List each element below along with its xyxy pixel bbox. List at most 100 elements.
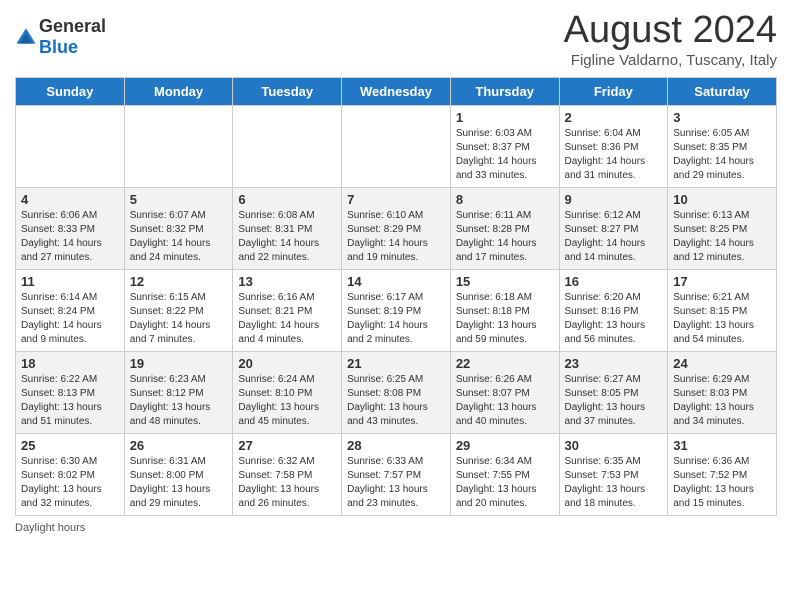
calendar-cell [342, 105, 451, 187]
day-info: Sunrise: 6:13 AM Sunset: 8:25 PM Dayligh… [673, 209, 771, 265]
day-info: Sunrise: 6:35 AM Sunset: 7:53 PM Dayligh… [565, 455, 663, 511]
calendar-cell: 28 Sunrise: 6:33 AM Sunset: 7:57 PM Dayli… [342, 433, 451, 515]
day-number: 15 [456, 274, 554, 289]
calendar-cell: 5 Sunrise: 6:07 AM Sunset: 8:32 PM Daylig… [124, 187, 233, 269]
day-info: Sunrise: 6:21 AM Sunset: 8:15 PM Dayligh… [673, 291, 771, 347]
calendar-cell: 14 Sunrise: 6:17 AM Sunset: 8:19 PM Dayli… [342, 269, 451, 351]
day-info: Sunrise: 6:33 AM Sunset: 7:57 PM Dayligh… [347, 455, 445, 511]
day-number: 4 [21, 192, 119, 207]
calendar-cell: 23 Sunrise: 6:27 AM Sunset: 8:05 PM Dayli… [559, 351, 668, 433]
day-number: 1 [456, 110, 554, 125]
day-info: Sunrise: 6:14 AM Sunset: 8:24 PM Dayligh… [21, 291, 119, 347]
day-info: Sunrise: 6:03 AM Sunset: 8:37 PM Dayligh… [456, 127, 554, 183]
day-info: Sunrise: 6:31 AM Sunset: 8:00 PM Dayligh… [130, 455, 228, 511]
calendar-cell: 1 Sunrise: 6:03 AM Sunset: 8:37 PM Daylig… [450, 105, 559, 187]
calendar-cell: 27 Sunrise: 6:32 AM Sunset: 7:58 PM Dayli… [233, 433, 342, 515]
day-number: 30 [565, 438, 663, 453]
calendar-cell: 26 Sunrise: 6:31 AM Sunset: 8:00 PM Dayli… [124, 433, 233, 515]
calendar-header-row: SundayMondayTuesdayWednesdayThursdayFrid… [16, 77, 777, 105]
day-info: Sunrise: 6:27 AM Sunset: 8:05 PM Dayligh… [565, 373, 663, 429]
location-subtitle: Figline Valdarno, Tuscany, Italy [564, 52, 777, 69]
title-area: August 2024 Figline Valdarno, Tuscany, I… [564, 10, 777, 69]
calendar-cell: 3 Sunrise: 6:05 AM Sunset: 8:35 PM Daylig… [668, 105, 777, 187]
day-number: 10 [673, 192, 771, 207]
calendar-cell: 12 Sunrise: 6:15 AM Sunset: 8:22 PM Dayli… [124, 269, 233, 351]
calendar-week-2: 4 Sunrise: 6:06 AM Sunset: 8:33 PM Daylig… [16, 187, 777, 269]
day-info: Sunrise: 6:06 AM Sunset: 8:33 PM Dayligh… [21, 209, 119, 265]
day-number: 12 [130, 274, 228, 289]
calendar-cell: 20Sunrise: 6:24 AM Sunset: 8:10 PM Dayli… [233, 351, 342, 433]
calendar-cell: 7Sunrise: 6:10 AM Sunset: 8:29 PM Daylig… [342, 187, 451, 269]
day-number: 9 [565, 192, 663, 207]
calendar-cell: 16 Sunrise: 6:20 AM Sunset: 8:16 PM Dayli… [559, 269, 668, 351]
calendar-cell: 29 Sunrise: 6:34 AM Sunset: 7:55 PM Dayli… [450, 433, 559, 515]
logo-text-general: General [39, 16, 106, 36]
calendar-cell: 25 Sunrise: 6:30 AM Sunset: 8:02 PM Dayli… [16, 433, 125, 515]
day-header-saturday: Saturday [668, 77, 777, 105]
calendar-cell: 13 Sunrise: 6:16 AM Sunset: 8:21 PM Dayli… [233, 269, 342, 351]
calendar-cell: 24 Sunrise: 6:29 AM Sunset: 8:03 PM Dayli… [668, 351, 777, 433]
calendar-week-3: 11 Sunrise: 6:14 AM Sunset: 8:24 PM Dayli… [16, 269, 777, 351]
logo-icon [15, 26, 37, 48]
day-info: Sunrise: 6:07 AM Sunset: 8:32 PM Dayligh… [130, 209, 228, 265]
day-info: Sunrise: 6:10 AM Sunset: 8:29 PM Dayligh… [347, 209, 445, 265]
day-number: 11 [21, 274, 119, 289]
day-info: Sunrise: 6:04 AM Sunset: 8:36 PM Dayligh… [565, 127, 663, 183]
calendar-body: 1 Sunrise: 6:03 AM Sunset: 8:37 PM Daylig… [16, 105, 777, 515]
day-info: Sunrise: 6:16 AM Sunset: 8:21 PM Dayligh… [238, 291, 336, 347]
day-header-friday: Friday [559, 77, 668, 105]
day-info: Sunrise: 6:22 AM Sunset: 8:13 PM Dayligh… [21, 373, 119, 429]
day-info: Sunrise: 6:29 AM Sunset: 8:03 PM Dayligh… [673, 373, 771, 429]
day-header-monday: Monday [124, 77, 233, 105]
day-number: 19 [130, 356, 228, 371]
calendar-week-1: 1 Sunrise: 6:03 AM Sunset: 8:37 PM Daylig… [16, 105, 777, 187]
day-info: Sunrise: 6:15 AM Sunset: 8:22 PM Dayligh… [130, 291, 228, 347]
day-info: Sunrise: 6:18 AM Sunset: 8:18 PM Dayligh… [456, 291, 554, 347]
day-number: 26 [130, 438, 228, 453]
calendar-cell: 17 Sunrise: 6:21 AM Sunset: 8:15 PM Dayli… [668, 269, 777, 351]
day-number: 25 [21, 438, 119, 453]
day-header-wednesday: Wednesday [342, 77, 451, 105]
calendar-cell: 9 Sunrise: 6:12 AM Sunset: 8:27 PM Daylig… [559, 187, 668, 269]
day-number: 17 [673, 274, 771, 289]
calendar-cell: 2Sunrise: 6:04 AM Sunset: 8:36 PM Daylig… [559, 105, 668, 187]
day-header-thursday: Thursday [450, 77, 559, 105]
calendar-cell: 31Sunrise: 6:36 AM Sunset: 7:52 PM Dayli… [668, 433, 777, 515]
day-info: Sunrise: 6:25 AM Sunset: 8:08 PM Dayligh… [347, 373, 445, 429]
month-year-title: August 2024 [564, 10, 777, 52]
day-number: 20 [238, 356, 336, 371]
footer-note: Daylight hours [15, 522, 777, 534]
calendar-cell: 11 Sunrise: 6:14 AM Sunset: 8:24 PM Dayli… [16, 269, 125, 351]
day-number: 13 [238, 274, 336, 289]
day-number: 28 [347, 438, 445, 453]
day-number: 21 [347, 356, 445, 371]
day-number: 22 [456, 356, 554, 371]
day-info: Sunrise: 6:36 AM Sunset: 7:52 PM Dayligh… [673, 455, 771, 511]
day-info: Sunrise: 6:11 AM Sunset: 8:28 PM Dayligh… [456, 209, 554, 265]
day-number: 24 [673, 356, 771, 371]
day-header-tuesday: Tuesday [233, 77, 342, 105]
day-number: 16 [565, 274, 663, 289]
day-number: 5 [130, 192, 228, 207]
calendar-cell: 22 Sunrise: 6:26 AM Sunset: 8:07 PM Dayli… [450, 351, 559, 433]
day-number: 29 [456, 438, 554, 453]
day-info: Sunrise: 6:26 AM Sunset: 8:07 PM Dayligh… [456, 373, 554, 429]
day-info: Sunrise: 6:23 AM Sunset: 8:12 PM Dayligh… [130, 373, 228, 429]
day-info: Sunrise: 6:12 AM Sunset: 8:27 PM Dayligh… [565, 209, 663, 265]
day-info: Sunrise: 6:32 AM Sunset: 7:58 PM Dayligh… [238, 455, 336, 511]
day-number: 27 [238, 438, 336, 453]
calendar-cell: 30 Sunrise: 6:35 AM Sunset: 7:53 PM Dayli… [559, 433, 668, 515]
calendar-cell: 10 Sunrise: 6:13 AM Sunset: 8:25 PM Dayli… [668, 187, 777, 269]
logo: General Blue [15, 16, 106, 58]
day-header-sunday: Sunday [16, 77, 125, 105]
calendar-cell [16, 105, 125, 187]
day-number: 3 [673, 110, 771, 125]
day-info: Sunrise: 6:30 AM Sunset: 8:02 PM Dayligh… [21, 455, 119, 511]
day-number: 8 [456, 192, 554, 207]
day-info: Sunrise: 6:05 AM Sunset: 8:35 PM Dayligh… [673, 127, 771, 183]
day-info: Sunrise: 6:20 AM Sunset: 8:16 PM Dayligh… [565, 291, 663, 347]
day-number: 14 [347, 274, 445, 289]
day-number: 23 [565, 356, 663, 371]
day-info: Sunrise: 6:34 AM Sunset: 7:55 PM Dayligh… [456, 455, 554, 511]
day-info: Sunrise: 6:17 AM Sunset: 8:19 PM Dayligh… [347, 291, 445, 347]
